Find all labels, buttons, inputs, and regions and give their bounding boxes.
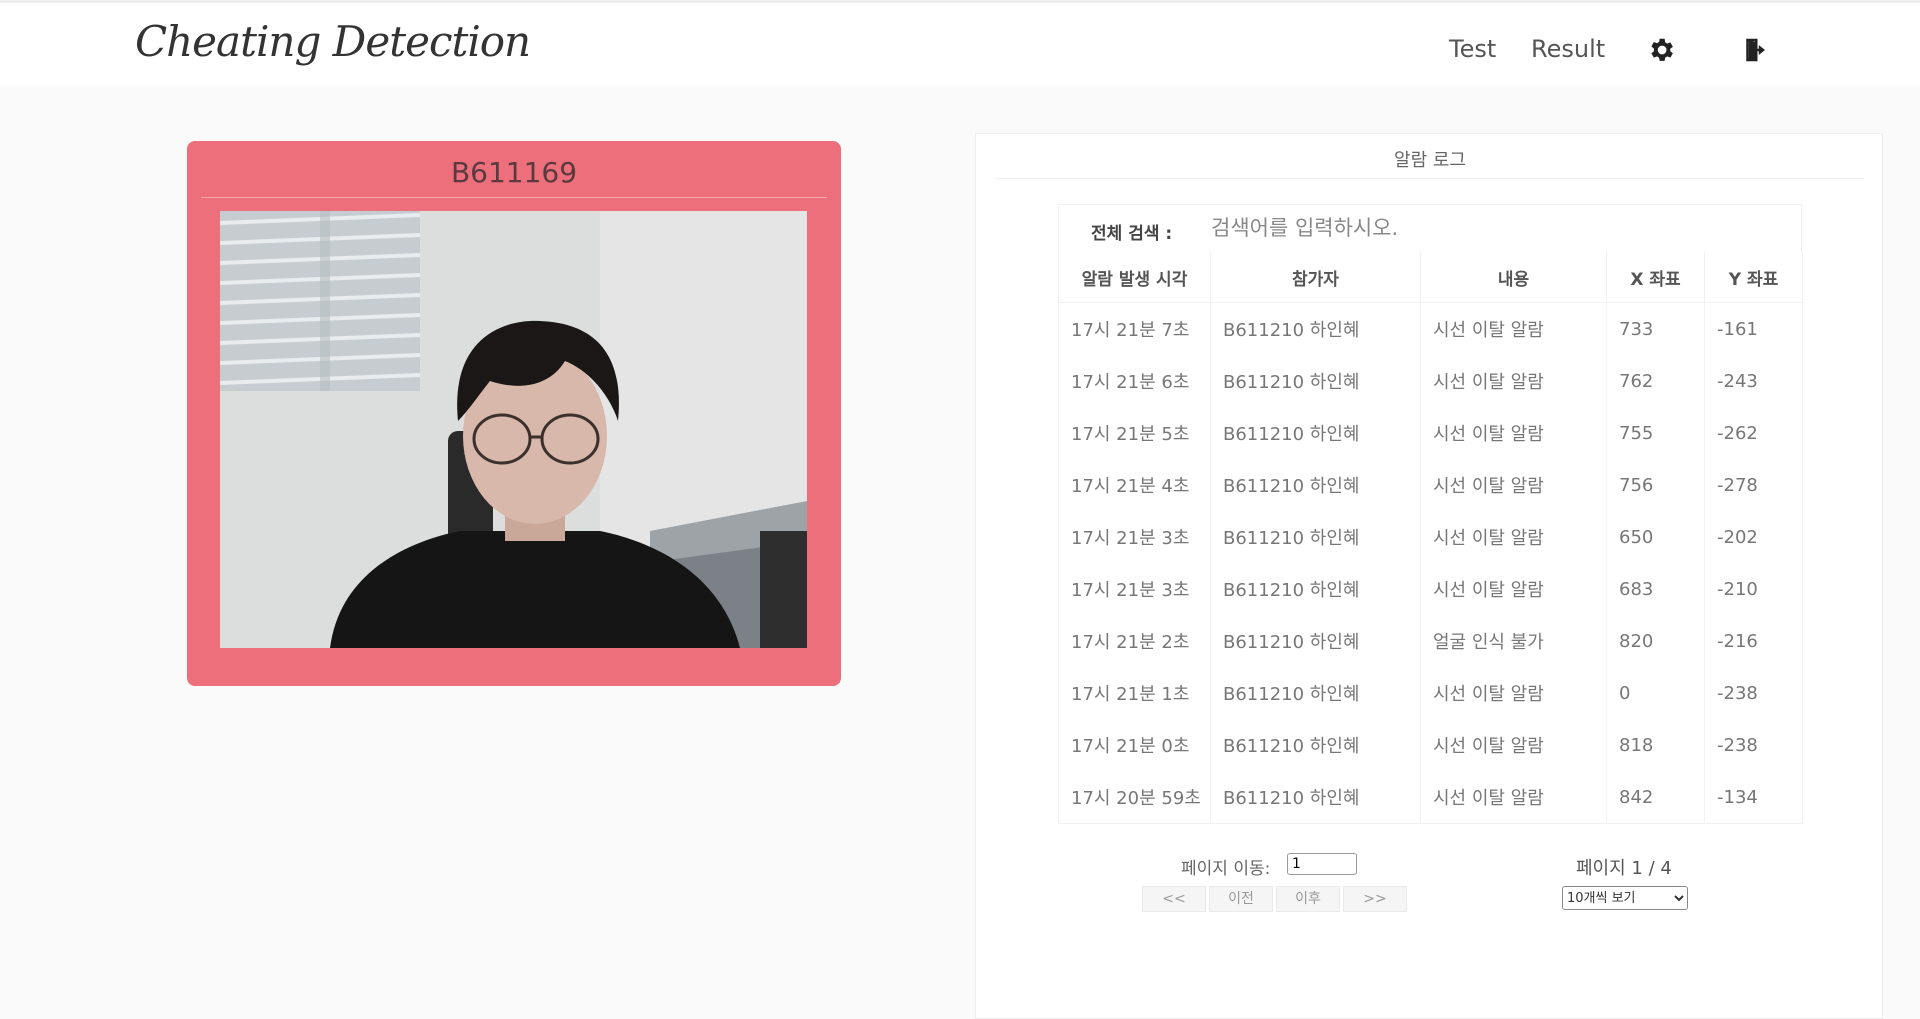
pager-buttons: << 이전 이후 >> — [1142, 886, 1410, 912]
search-row: 전체 검색 : — [1058, 204, 1802, 252]
log-title: 알람 로그 — [1394, 150, 1466, 171]
cell-time: 17시 21분 1초 — [1058, 667, 1211, 719]
cell-x: 842 — [1606, 771, 1705, 824]
cell-content: 시선 이탈 알람 — [1420, 407, 1607, 459]
table-row[interactable]: 17시 21분 6초 B611210 하인혜 시선 이탈 알람 762 -243 — [1058, 355, 1803, 407]
cell-participant: B611210 하인혜 — [1210, 459, 1421, 511]
logout-icon[interactable] — [1740, 35, 1770, 65]
cell-x: 762 — [1606, 355, 1705, 407]
page-status: 페이지 1 / 4 — [1576, 858, 1672, 879]
alarm-log-table: 알람 발생 시각 참가자 내용 X 좌표 Y 좌표 17시 21분 7초 B61… — [1058, 252, 1803, 824]
search-input[interactable] — [1209, 209, 1773, 247]
cell-time: 17시 21분 4초 — [1058, 459, 1211, 511]
cell-x: 733 — [1606, 302, 1705, 355]
cell-time: 17시 20분 59초 — [1058, 771, 1211, 824]
column-header-y[interactable]: Y 좌표 — [1704, 252, 1803, 303]
nav-link-result[interactable]: Result — [1531, 35, 1605, 63]
cell-x: 683 — [1606, 563, 1705, 615]
page-size-select[interactable]: 10개씩 보기 — [1562, 886, 1688, 910]
column-header-time[interactable]: 알람 발생 시각 — [1058, 252, 1211, 303]
cell-time: 17시 21분 7초 — [1058, 302, 1211, 355]
cell-participant: B611210 하인혜 — [1210, 511, 1421, 563]
cell-time: 17시 21분 3초 — [1058, 563, 1211, 615]
table-row[interactable]: 17시 21분 1초 B611210 하인혜 시선 이탈 알람 0 -238 — [1058, 667, 1803, 719]
cell-y: -210 — [1704, 563, 1803, 615]
table-row[interactable]: 17시 21분 4초 B611210 하인혜 시선 이탈 알람 756 -278 — [1058, 459, 1803, 511]
cell-y: -216 — [1704, 615, 1803, 667]
cell-participant: B611210 하인혜 — [1210, 355, 1421, 407]
column-header-participant[interactable]: 참가자 — [1210, 252, 1421, 303]
cell-y: -238 — [1704, 719, 1803, 771]
table-row[interactable]: 17시 21분 2초 B611210 하인혜 얼굴 인식 불가 820 -216 — [1058, 615, 1803, 667]
cell-content: 시선 이탈 알람 — [1420, 355, 1607, 407]
cell-content: 시선 이탈 알람 — [1420, 459, 1607, 511]
nav-link-test[interactable]: Test — [1449, 35, 1496, 63]
cell-participant: B611210 하인혜 — [1210, 771, 1421, 824]
column-header-x[interactable]: X 좌표 — [1606, 252, 1705, 303]
cell-x: 650 — [1606, 511, 1705, 563]
cell-content: 얼굴 인식 불가 — [1420, 615, 1607, 667]
webcam-feed — [220, 211, 807, 648]
last-page-button[interactable]: >> — [1343, 886, 1407, 912]
table-header-row: 알람 발생 시각 참가자 내용 X 좌표 Y 좌표 — [1058, 252, 1803, 303]
next-page-button[interactable]: 이후 — [1276, 886, 1340, 912]
cell-y: -238 — [1704, 667, 1803, 719]
table-row[interactable]: 17시 20분 59초 B611210 하인혜 시선 이탈 알람 842 -13… — [1058, 771, 1803, 824]
cell-time: 17시 21분 6초 — [1058, 355, 1211, 407]
column-header-content[interactable]: 내용 — [1420, 252, 1607, 303]
page-goto-label: 페이지 이동: — [1181, 859, 1271, 879]
gear-icon[interactable] — [1646, 35, 1676, 65]
top-navbar: Cheating Detection Test Result — [0, 0, 1920, 86]
log-title-divider — [996, 178, 1864, 179]
table-row[interactable]: 17시 21분 7초 B611210 하인혜 시선 이탈 알람 733 -161 — [1058, 302, 1803, 355]
table-row[interactable]: 17시 21분 0초 B611210 하인혜 시선 이탈 알람 818 -238 — [1058, 719, 1803, 771]
cell-time: 17시 21분 3초 — [1058, 511, 1211, 563]
search-label: 전체 검색 : — [1091, 224, 1173, 244]
cell-participant: B611210 하인혜 — [1210, 615, 1421, 667]
cell-y: -134 — [1704, 771, 1803, 824]
card-divider — [201, 197, 827, 198]
participant-video-card: B611169 — [187, 141, 841, 686]
table-row[interactable]: 17시 21분 5초 B611210 하인혜 시선 이탈 알람 755 -262 — [1058, 407, 1803, 459]
table-row[interactable]: 17시 21분 3초 B611210 하인혜 시선 이탈 알람 683 -210 — [1058, 563, 1803, 615]
cell-time: 17시 21분 5초 — [1058, 407, 1211, 459]
cell-y: -278 — [1704, 459, 1803, 511]
page-goto-input[interactable] — [1287, 853, 1357, 875]
table-row[interactable]: 17시 21분 3초 B611210 하인혜 시선 이탈 알람 650 -202 — [1058, 511, 1803, 563]
first-page-button[interactable]: << — [1142, 886, 1206, 912]
cell-content: 시선 이탈 알람 — [1420, 667, 1607, 719]
alarm-log-panel: 알람 로그 전체 검색 : 알람 발생 시각 참가자 내용 X 좌표 Y 좌표 … — [975, 133, 1883, 1019]
cell-y: -161 — [1704, 302, 1803, 355]
cell-y: -202 — [1704, 511, 1803, 563]
cell-content: 시선 이탈 알람 — [1420, 511, 1607, 563]
brand-logo[interactable]: Cheating Detection — [135, 17, 531, 66]
cell-y: -243 — [1704, 355, 1803, 407]
cell-participant: B611210 하인혜 — [1210, 302, 1421, 355]
prev-page-button[interactable]: 이전 — [1209, 886, 1273, 912]
cell-content: 시선 이탈 알람 — [1420, 771, 1607, 824]
participant-id: B611169 — [450, 156, 578, 189]
cell-time: 17시 21분 2초 — [1058, 615, 1211, 667]
cell-content: 시선 이탈 알람 — [1420, 719, 1607, 771]
cell-content: 시선 이탈 알람 — [1420, 302, 1607, 355]
cell-x: 818 — [1606, 719, 1705, 771]
cell-x: 820 — [1606, 615, 1705, 667]
cell-y: -262 — [1704, 407, 1803, 459]
cell-participant: B611210 하인혜 — [1210, 407, 1421, 459]
cell-x: 0 — [1606, 667, 1705, 719]
cell-participant: B611210 하인혜 — [1210, 719, 1421, 771]
cell-x: 755 — [1606, 407, 1705, 459]
cell-content: 시선 이탈 알람 — [1420, 563, 1607, 615]
cell-x: 756 — [1606, 459, 1705, 511]
cell-time: 17시 21분 0초 — [1058, 719, 1211, 771]
cell-participant: B611210 하인혜 — [1210, 667, 1421, 719]
window-blinds — [220, 211, 421, 391]
cell-participant: B611210 하인혜 — [1210, 563, 1421, 615]
